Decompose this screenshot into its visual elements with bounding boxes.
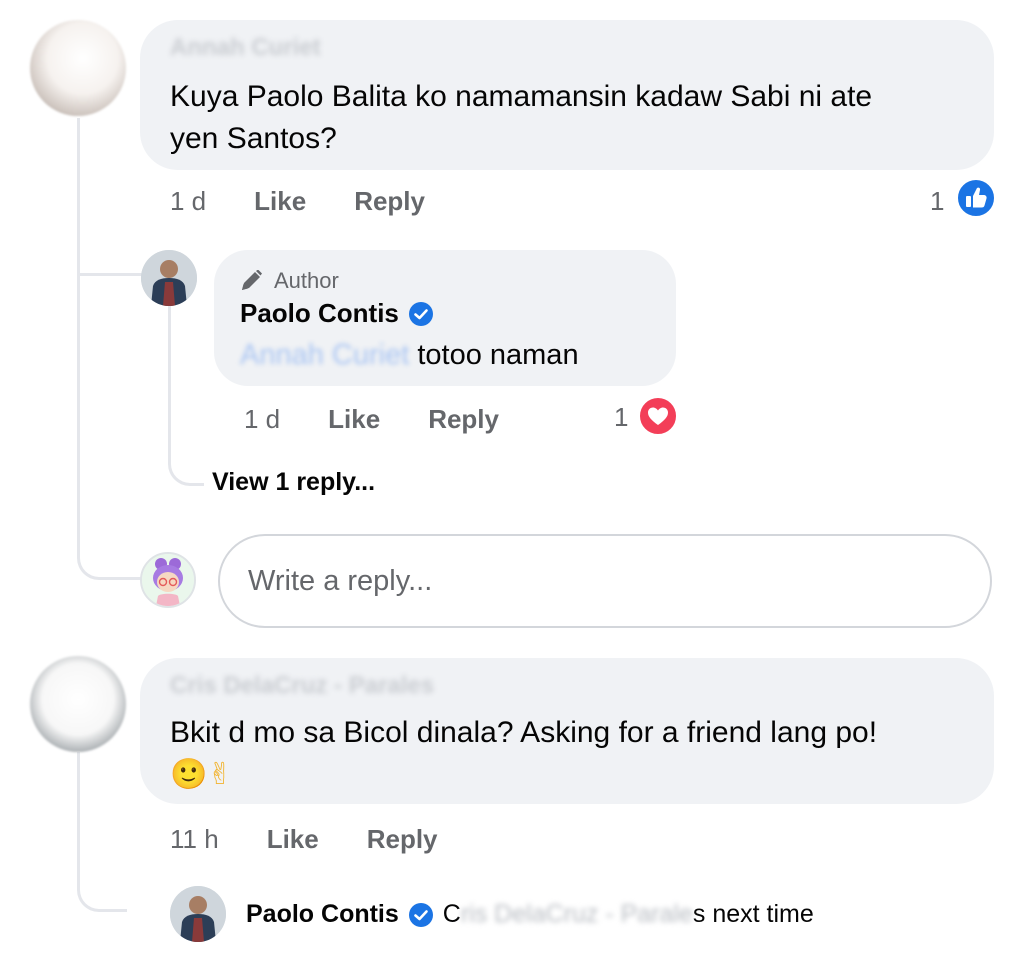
reply-author-name[interactable]: Paolo Contis <box>246 900 399 929</box>
reply-button[interactable]: Reply <box>367 824 438 855</box>
reply-actions: 1 d Like Reply <box>244 404 499 435</box>
avatar[interactable] <box>30 20 126 116</box>
comment-text-line: Bkit d mo sa Bicol dinala? Asking for a … <box>170 716 878 749</box>
avatar[interactable] <box>141 250 197 306</box>
person-photo-icon <box>170 886 226 942</box>
reply-preview-text: s next time <box>692 900 814 928</box>
comment-text-line: yen Santos? <box>170 122 337 155</box>
view-replies-link[interactable]: View 1 reply... <box>212 468 375 497</box>
reply-bubble: Author Paolo Contis Annah Curiet totoo n… <box>214 250 676 386</box>
comment-text-line: Kuya Paolo Balita ko namamansin kadaw Sa… <box>170 80 873 113</box>
verified-badge-icon <box>408 902 433 927</box>
reply-author-name[interactable]: Paolo Contis <box>240 298 399 329</box>
reply-text-body: totoo naman <box>409 339 579 371</box>
mention-prefix: C <box>442 900 461 928</box>
comment-timestamp[interactable]: 1 d <box>170 186 206 217</box>
comment-author-name[interactable]: Annah Curiet <box>170 34 321 62</box>
reaction-count[interactable]: 1 <box>930 186 944 217</box>
like-icon[interactable] <box>956 178 996 218</box>
comment-text: Kuya Paolo Balita ko namamansin kadaw Sa… <box>170 76 872 160</box>
heart-icon[interactable] <box>638 396 678 436</box>
author-badge: Author <box>240 268 339 294</box>
comment-bubble: Annah Curiet Kuya Paolo Balita ko namama… <box>140 20 994 170</box>
reply-button[interactable]: Reply <box>354 186 425 217</box>
like-button[interactable]: Like <box>267 824 319 855</box>
pencil-icon <box>242 270 262 290</box>
reply-input-placeholder: Write a reply... <box>248 564 433 597</box>
verified-badge-icon <box>408 301 433 326</box>
reply-input[interactable]: Write a reply... <box>218 534 992 628</box>
thread-line-reply1 <box>77 270 143 276</box>
thread-line-comment2 <box>77 752 127 912</box>
cartoon-avatar-icon <box>142 554 194 606</box>
reply-button[interactable]: Reply <box>428 404 499 435</box>
mention-link[interactable]: Annah Curiet <box>240 339 409 371</box>
reply-timestamp[interactable]: 1 d <box>244 404 280 435</box>
avatar <box>140 552 196 608</box>
thread-line-main <box>77 118 143 580</box>
person-photo-icon <box>141 250 197 306</box>
comment-timestamp[interactable]: 11 h <box>170 824 219 855</box>
comment-text: Bkit d mo sa Bicol dinala? Asking for a … <box>170 712 877 796</box>
comment-actions: 1 d Like Reply <box>170 186 425 217</box>
thread-line-view-replies <box>168 306 204 486</box>
reply-text: Annah Curiet totoo naman <box>240 334 579 376</box>
avatar[interactable] <box>170 886 226 942</box>
reaction-count[interactable]: 1 <box>614 402 628 433</box>
mention-link[interactable]: ris DelaCruz - Parale <box>461 900 693 929</box>
comment-author-name[interactable]: Cris DelaCruz - Parales <box>170 672 434 700</box>
author-badge-label: Author <box>274 268 339 293</box>
comment-emojis: 🙂✌ <box>170 757 233 792</box>
avatar[interactable] <box>30 656 126 752</box>
comment-actions: 11 h Like Reply <box>170 824 438 855</box>
reply-preview[interactable]: Paolo Contis Cris DelaCruz - Parale s nex… <box>246 900 814 929</box>
like-button[interactable]: Like <box>328 404 380 435</box>
like-button[interactable]: Like <box>254 186 306 217</box>
reply-author-row: Paolo Contis <box>240 298 433 329</box>
comment-bubble: Cris DelaCruz - Parales Bkit d mo sa Bic… <box>140 658 994 804</box>
